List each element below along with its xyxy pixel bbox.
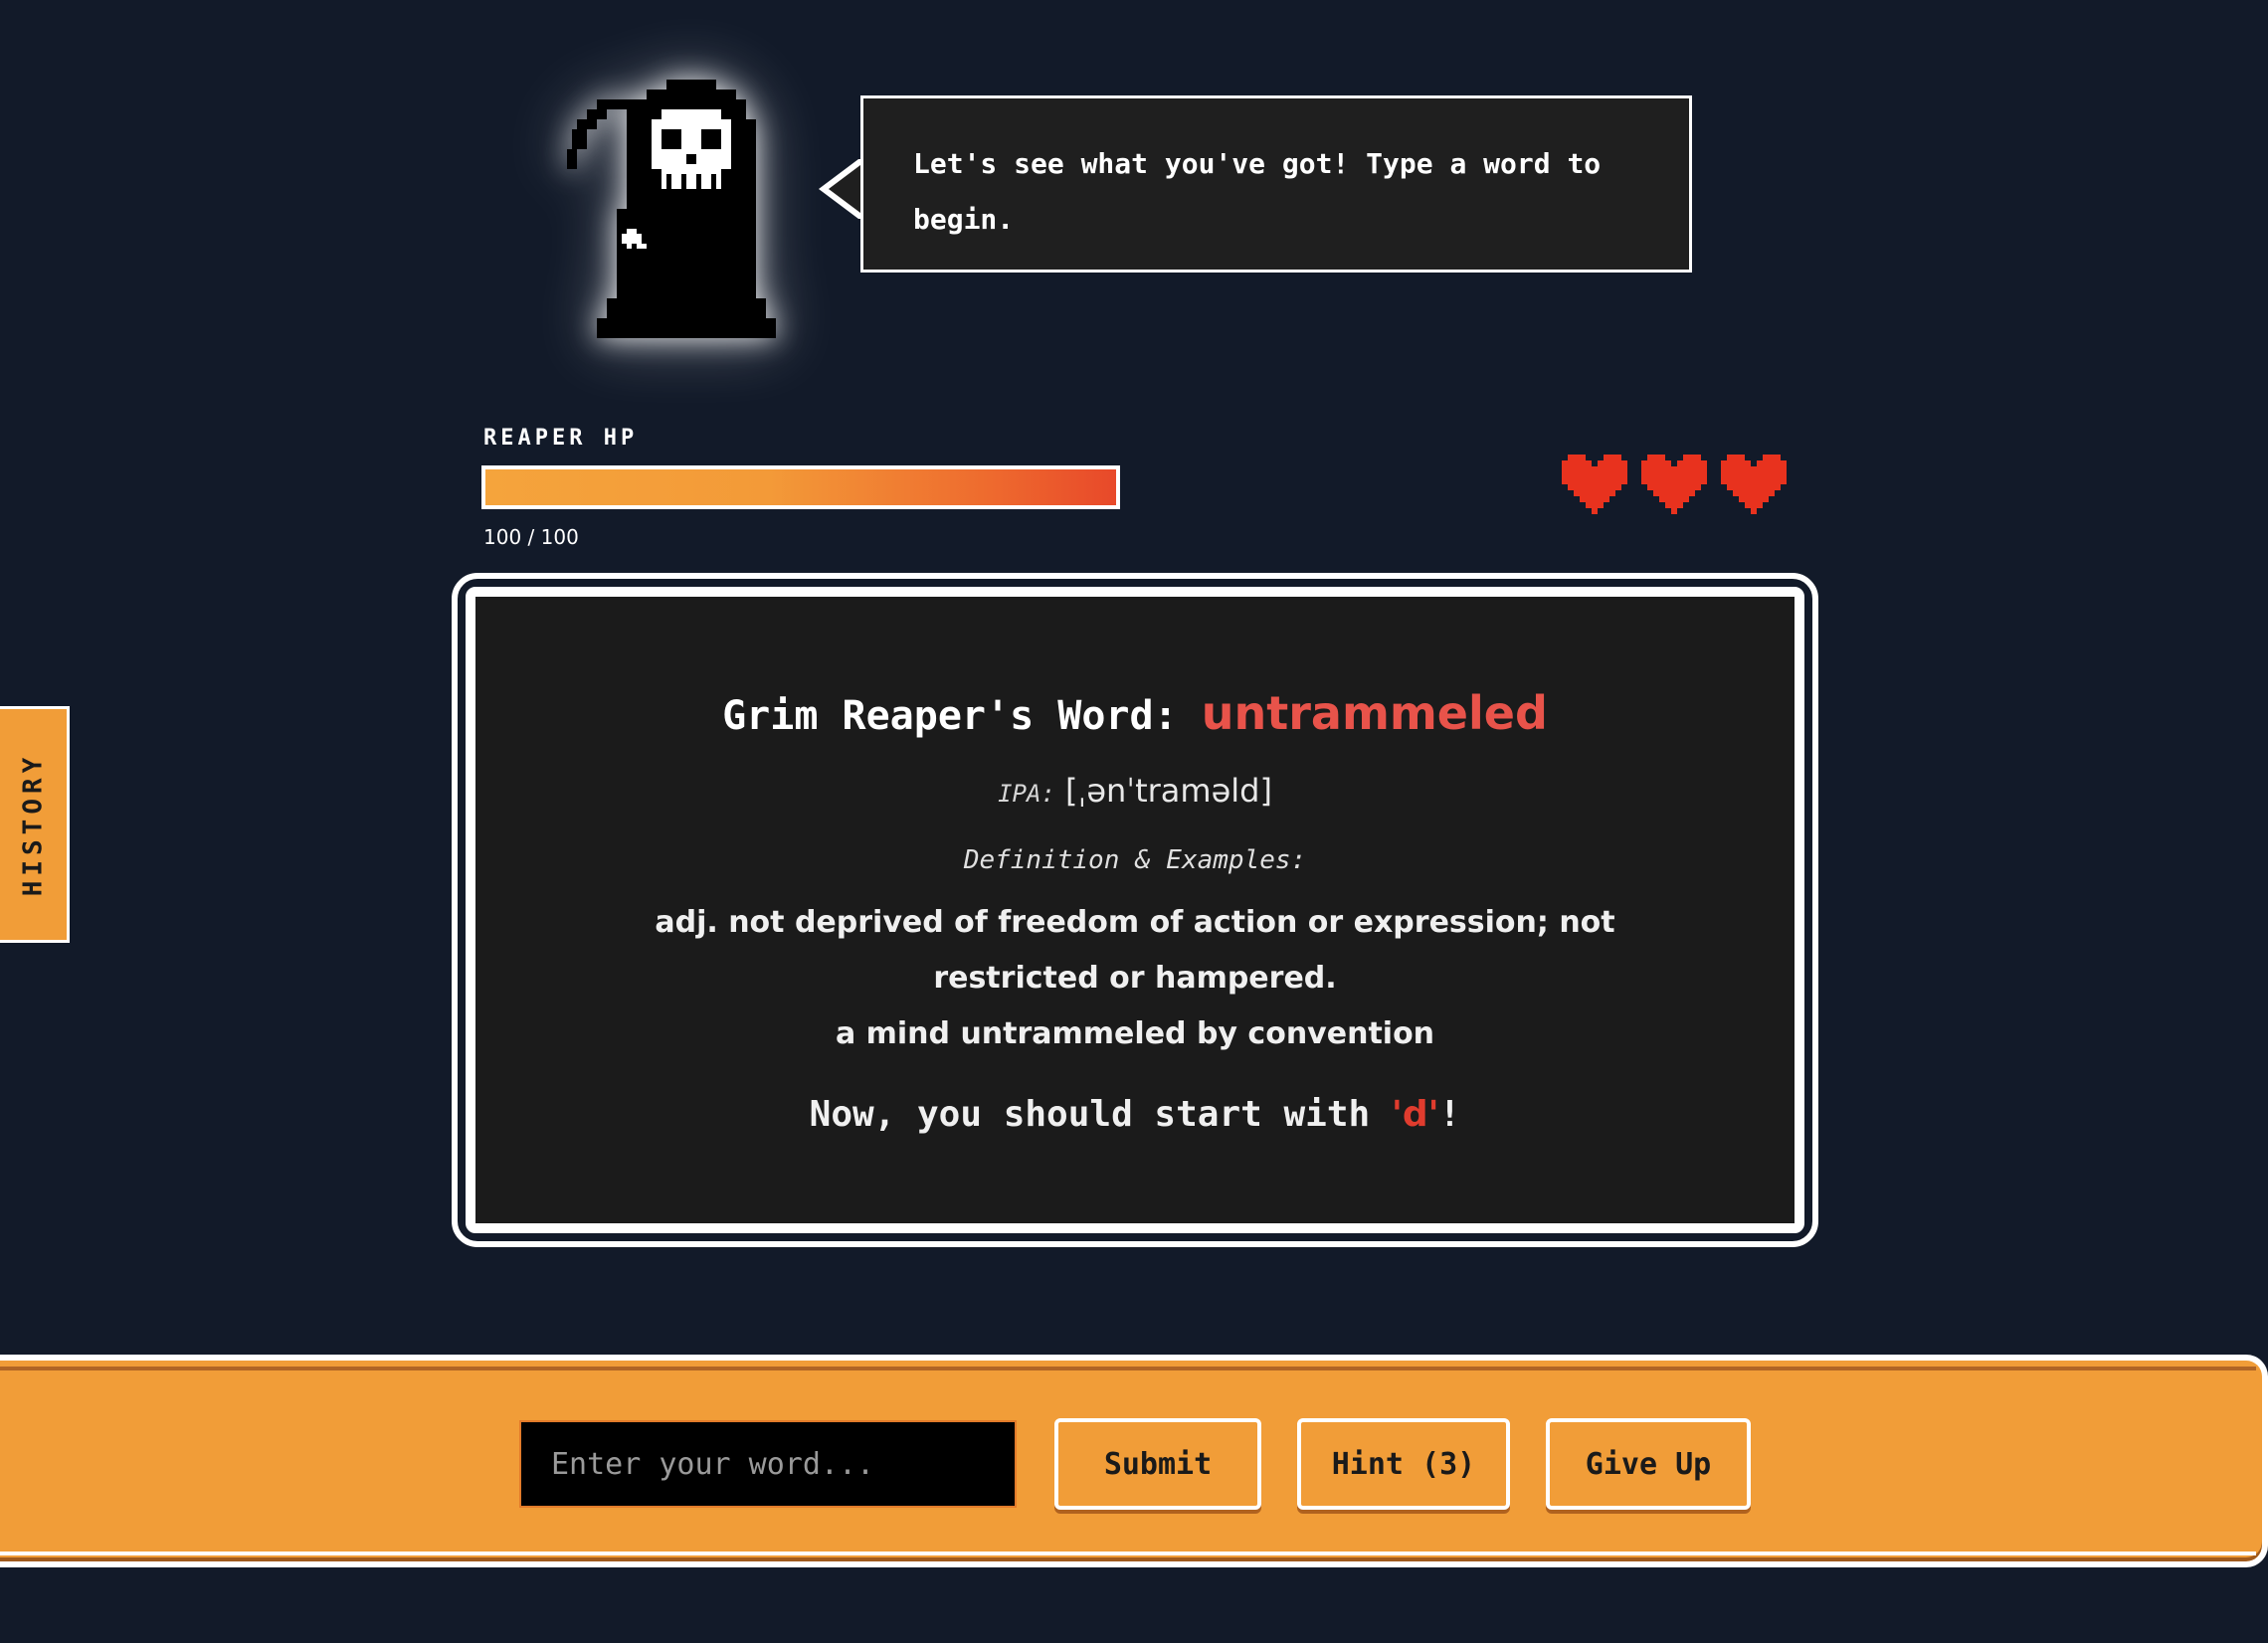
control-bar: Submit Hint (3) Give Up — [0, 1355, 2268, 1567]
ipa-line: IPA: [ˌənˈtraməld] — [475, 772, 1795, 810]
example-text: a mind untrammeled by convention — [835, 1016, 1435, 1051]
ipa-label: IPA: — [998, 780, 1055, 808]
hint-button[interactable]: Hint (3) — [1297, 1418, 1510, 1510]
reaper-speech-text: Let's see what you've got! Type a word t… — [913, 147, 1602, 236]
word-panel: Grim Reaper's Word: untrammeled IPA: [ˌə… — [452, 573, 1818, 1247]
word-panel-inner: Grim Reaper's Word: untrammeled IPA: [ˌə… — [466, 587, 1804, 1233]
heart-icon — [1562, 455, 1627, 514]
word-title-prefix: Grim Reaper's Word: — [722, 693, 1202, 739]
word-title: Grim Reaper's Word: untrammeled — [475, 686, 1795, 740]
instruction-prefix: Now, you should start with — [809, 1094, 1392, 1135]
grim-reaper-sprite — [567, 80, 796, 338]
definition-text: adj. not deprived of freedom of action o… — [655, 905, 1615, 996]
word-input[interactable] — [519, 1420, 1017, 1508]
next-letter: 'd' — [1391, 1094, 1439, 1135]
definition-label: Definition & Examples: — [963, 845, 1307, 875]
hp-label: REAPER HP — [483, 426, 639, 451]
hp-value: 100 / 100 — [483, 525, 579, 549]
heart-icon — [1641, 455, 1707, 514]
submit-button[interactable]: Submit — [1054, 1418, 1261, 1510]
reaper-speech-bubble: Let's see what you've got! Type a word t… — [860, 95, 1692, 273]
reaper-word: untrammeled — [1201, 686, 1548, 740]
give-up-button[interactable]: Give Up — [1546, 1418, 1751, 1510]
hp-bar — [481, 465, 1120, 509]
next-letter-instruction: Now, you should start with 'd'! — [475, 1094, 1795, 1135]
history-tab[interactable]: HISTORY — [0, 706, 70, 943]
history-tab-label: HISTORY — [18, 752, 49, 897]
heart-icon — [1721, 455, 1787, 514]
game-page: Let's see what you've got! Type a word t… — [0, 0, 2268, 1643]
instruction-suffix: ! — [1438, 1094, 1461, 1135]
lives-hearts — [1562, 452, 1787, 517]
definition-block: adj. not deprived of freedom of action o… — [585, 895, 1685, 1062]
reaper-icon — [567, 80, 776, 338]
ipa-value: [ˌənˈtraməld] — [1065, 772, 1272, 810]
hp-bar-fill — [485, 469, 1116, 505]
